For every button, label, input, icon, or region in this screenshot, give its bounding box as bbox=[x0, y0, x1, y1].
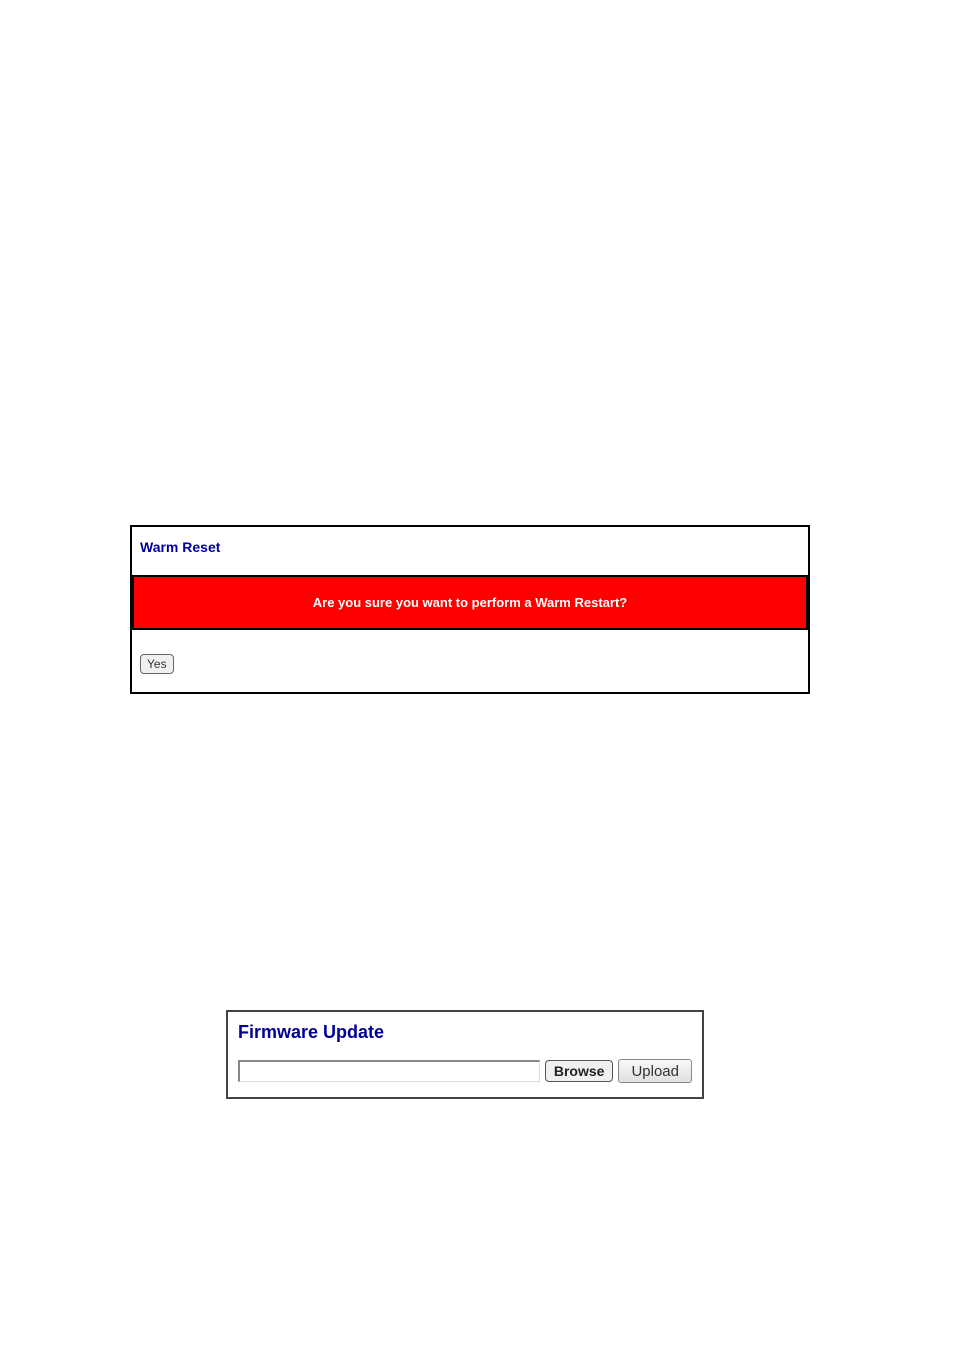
warm-reset-panel: Warm Reset Are you sure you want to perf… bbox=[130, 525, 810, 694]
yes-button[interactable]: Yes bbox=[140, 654, 174, 674]
firmware-update-title: Firmware Update bbox=[228, 1012, 702, 1059]
firmware-update-panel: Firmware Update Browse Upload bbox=[226, 1010, 704, 1099]
warm-reset-title: Warm Reset bbox=[132, 527, 808, 575]
warm-reset-confirm-banner: Are you sure you want to perform a Warm … bbox=[132, 575, 808, 630]
firmware-file-input[interactable] bbox=[238, 1060, 540, 1082]
upload-button[interactable]: Upload bbox=[618, 1059, 692, 1083]
browse-button[interactable]: Browse bbox=[545, 1060, 614, 1082]
firmware-update-row: Browse Upload bbox=[228, 1059, 702, 1097]
